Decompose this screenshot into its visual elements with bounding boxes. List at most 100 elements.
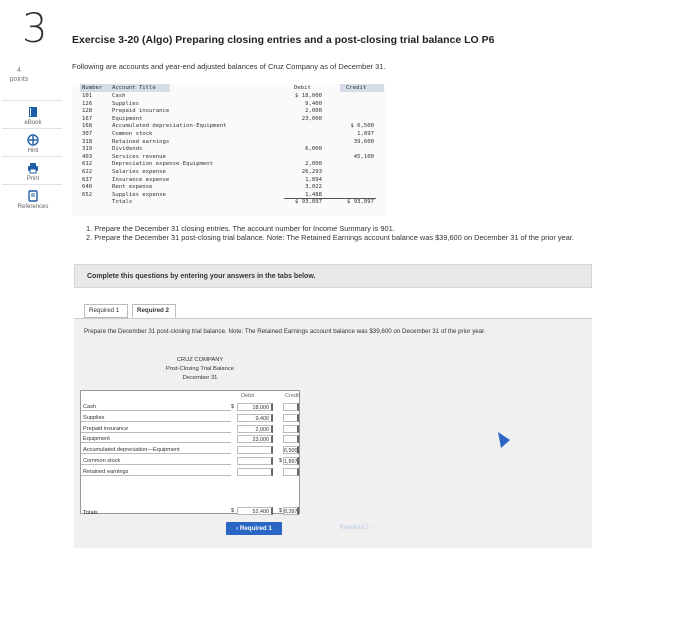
debit-header: Debit bbox=[241, 393, 255, 399]
credit-field[interactable] bbox=[283, 403, 299, 411]
col-number-header: Number bbox=[82, 85, 103, 91]
currency-symbol: $ bbox=[279, 508, 282, 514]
account-title: Supplies bbox=[112, 100, 139, 107]
account-number: 167 bbox=[82, 115, 93, 122]
account-title: Prepaid insurance bbox=[112, 108, 170, 115]
tab-prompt: Prepare the December 31 post-closing tri… bbox=[84, 328, 486, 335]
credit-field[interactable]: 6,500 bbox=[283, 446, 299, 455]
account-title: Dividends bbox=[112, 146, 143, 153]
hint-icon bbox=[27, 134, 39, 146]
credit-header: Credit bbox=[285, 393, 300, 399]
account-debit: 1,894 bbox=[305, 176, 322, 183]
prev-required-button[interactable]: ‹ Required 1 bbox=[226, 522, 282, 535]
rail-item-print[interactable]: Print bbox=[0, 162, 66, 182]
account-debit: 3,022 bbox=[305, 184, 322, 191]
requirement-1: 1. Prepare the December 31 closing entri… bbox=[86, 224, 395, 233]
company-name: CRUZ COMPANY bbox=[176, 357, 224, 363]
account-title: Rent expense bbox=[112, 184, 153, 191]
account-number: 318 bbox=[82, 138, 93, 145]
account-number: 126 bbox=[82, 100, 93, 107]
trial-balance-row[interactable]: Cash bbox=[81, 403, 231, 411]
debit-field[interactable]: 2,000 bbox=[237, 424, 273, 433]
account-debit: 2,000 bbox=[305, 161, 322, 168]
rail-item-references[interactable]: References bbox=[0, 190, 66, 210]
chevron-right-icon: › bbox=[368, 525, 373, 531]
credit-field[interactable] bbox=[283, 413, 299, 422]
tab-required-1[interactable]: Required 1 bbox=[84, 304, 128, 318]
question-number: 3 bbox=[22, 6, 48, 52]
account-debit: $ 18,000 bbox=[295, 93, 322, 99]
trial-balance-row[interactable]: Prepaid insurance bbox=[81, 424, 231, 433]
account-debit: 26,293 bbox=[301, 169, 322, 175]
rail-item-ebook[interactable]: eBook bbox=[0, 106, 66, 126]
next-required-button[interactable]: Required 2 › bbox=[338, 522, 374, 535]
col-title-header: Account Title bbox=[112, 85, 156, 91]
points-indicator: 4 points bbox=[8, 66, 30, 84]
debit-field[interactable]: 23,000 bbox=[237, 435, 273, 444]
statement-title: Post-Closing Trial Balance bbox=[166, 366, 234, 372]
trial-balance-row[interactable]: Accumulated depreciation—Equipment bbox=[81, 446, 231, 455]
account-debit: $ 93,097 bbox=[295, 199, 322, 206]
total-debit-field[interactable]: 52,400 bbox=[237, 507, 273, 515]
points-value: 4 bbox=[17, 67, 21, 74]
account-debit: 23,000 bbox=[301, 115, 322, 122]
trial-balance-row[interactable]: Equipment bbox=[81, 435, 231, 444]
book-icon bbox=[29, 107, 37, 117]
intro-text: Following are accounts and year-end adju… bbox=[72, 62, 386, 71]
credit-field[interactable] bbox=[283, 467, 299, 476]
account-title: Insurance expense bbox=[112, 176, 170, 183]
rail-divider bbox=[2, 128, 62, 129]
rail-item-hint[interactable]: Hint bbox=[0, 134, 66, 154]
requirement-2: 2. Prepare the December 31 post-closing … bbox=[86, 233, 574, 242]
totals-rule bbox=[284, 198, 376, 200]
statement-date: December 31 bbox=[182, 375, 218, 381]
account-number: 101 bbox=[82, 93, 93, 99]
account-title: Salaries expense bbox=[112, 169, 166, 175]
account-credit: 1,897 bbox=[357, 131, 374, 137]
mouse-cursor-icon bbox=[498, 432, 510, 448]
col-debit-header: Debit bbox=[294, 85, 311, 91]
account-debit: 9,400 bbox=[305, 100, 322, 107]
account-debit: 2,000 bbox=[305, 108, 322, 115]
credit-field[interactable]: 1,897 bbox=[283, 457, 299, 465]
account-title: Equipment bbox=[112, 115, 143, 122]
account-number: 307 bbox=[82, 131, 93, 137]
trial-balance-heading: CRUZ COMPANY Post-Closing Trial Balance … bbox=[80, 356, 320, 383]
debit-field[interactable]: 9,400 bbox=[237, 413, 273, 422]
requirements-list: 1. Prepare the December 31 closing entri… bbox=[86, 224, 576, 242]
tab-required-2[interactable]: Required 2 bbox=[132, 304, 176, 318]
rail-divider bbox=[2, 100, 62, 101]
trial-balance-row[interactable]: Retained earnings bbox=[81, 467, 231, 476]
currency-symbol: $ bbox=[231, 508, 234, 514]
points-label: points bbox=[9, 76, 29, 83]
account-title: Depreciation expense-Equipment bbox=[112, 161, 214, 168]
rail-divider bbox=[2, 156, 62, 157]
credit-field[interactable] bbox=[283, 435, 299, 444]
debit-field[interactable] bbox=[237, 457, 273, 465]
debit-field[interactable] bbox=[237, 446, 273, 455]
exercise-title: Exercise 3-20 (Algo) Preparing closing e… bbox=[72, 34, 495, 46]
debit-field[interactable]: 18,000 bbox=[237, 403, 273, 411]
account-title: Retained earnings bbox=[112, 138, 170, 145]
total-credit-field[interactable]: 8,397 bbox=[283, 507, 299, 515]
account-title: Supplies expense bbox=[112, 191, 166, 198]
totals-label: Totals bbox=[83, 510, 98, 516]
debit-field[interactable] bbox=[237, 467, 273, 476]
account-number: 319 bbox=[82, 146, 93, 153]
references-icon bbox=[28, 190, 38, 202]
next-required-label: Required 2 bbox=[339, 525, 369, 531]
account-credit: $ 93,097 bbox=[347, 199, 374, 206]
print-icon bbox=[28, 163, 38, 174]
account-number: 168 bbox=[82, 123, 93, 130]
trial-balance-row[interactable]: Supplies bbox=[81, 413, 231, 422]
account-title: Services revenue bbox=[112, 153, 166, 160]
account-number: 637 bbox=[82, 176, 93, 183]
prev-required-label: Required 1 bbox=[239, 525, 272, 532]
complete-banner: Complete this questions by entering your… bbox=[74, 264, 592, 288]
rail-divider bbox=[2, 184, 62, 185]
rail-label-ebook: eBook bbox=[24, 120, 42, 126]
trial-balance-row[interactable]: Common stock bbox=[81, 457, 231, 465]
rail-label-references: References bbox=[17, 204, 49, 210]
credit-field[interactable] bbox=[283, 424, 299, 433]
account-credit: $ 6,500 bbox=[350, 123, 374, 130]
